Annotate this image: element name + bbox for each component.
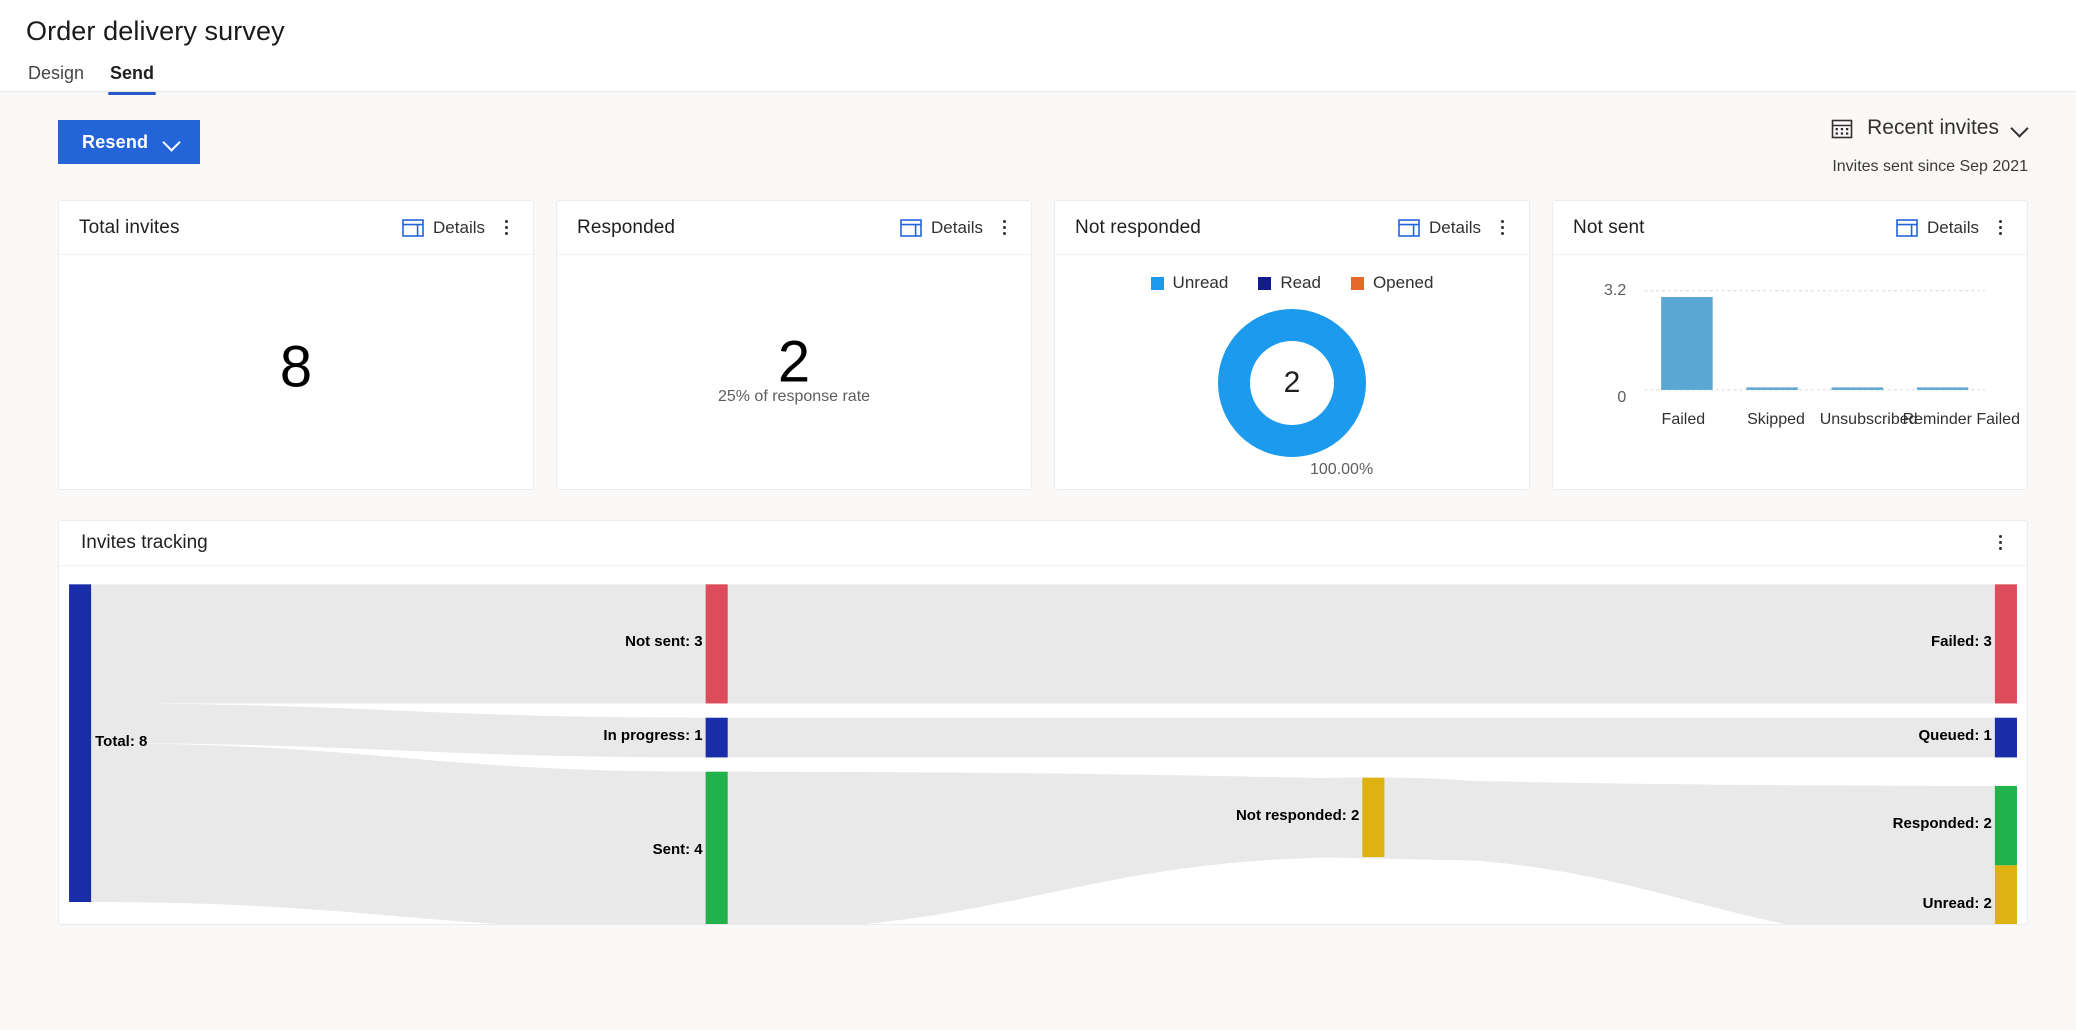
card-title: Responded — [577, 217, 900, 239]
legend-swatch-unread — [1151, 277, 1164, 290]
toolbar: Resend Recent invites Invites sent since — [0, 92, 2076, 200]
donut-legend: Unread Read Opened — [1055, 255, 1529, 293]
details-button[interactable]: Details — [900, 218, 983, 238]
panel-title: Invites tracking — [81, 532, 1979, 554]
sankey-node[interactable] — [1995, 717, 2017, 757]
card-title: Total invites — [79, 217, 402, 239]
legend-swatch-read — [1258, 277, 1271, 290]
bar[interactable] — [1832, 387, 1884, 389]
tab-design[interactable]: Design — [26, 61, 86, 95]
bar[interactable] — [1917, 387, 1969, 389]
details-button[interactable]: Details — [402, 218, 485, 238]
kpi-card-row: Total invites Details 8 Responded — [0, 200, 2076, 490]
legend-item-read[interactable]: Read — [1258, 273, 1321, 293]
legend-item-unread[interactable]: Unread — [1151, 273, 1229, 293]
panel-details-icon — [900, 219, 922, 237]
bar-chart: 3.20FailedSkippedUnsubscribedReminder Fa… — [1553, 255, 2027, 455]
sankey-node-label: Failed: 3 — [59, 633, 1992, 650]
sankey-svg — [59, 566, 2027, 924]
donut-chart: 2 100.00% — [1055, 299, 1529, 475]
recent-invites-area: Recent invites Invites sent since Sep 20… — [1830, 116, 2028, 176]
responded-value: 2 — [557, 334, 1031, 392]
details-label: Details — [931, 218, 983, 238]
card-body: Unread Read Opened 2 100.00% — [1055, 255, 1529, 489]
details-label: Details — [1927, 218, 1979, 238]
responded-subtitle: 25% of response rate — [557, 388, 1031, 406]
card-header: Responded Details — [557, 201, 1031, 255]
panel-details-icon — [402, 219, 424, 237]
legend-item-opened[interactable]: Opened — [1351, 273, 1434, 293]
sankey-node-label: Unread: 2 — [59, 895, 1992, 912]
recent-invites-button[interactable]: Recent invites — [1830, 116, 2028, 140]
bar[interactable] — [1746, 387, 1798, 389]
more-vertical-icon[interactable] — [1489, 213, 1515, 243]
panel-details-icon — [1398, 219, 1420, 237]
card-body: 3.20FailedSkippedUnsubscribedReminder Fa… — [1553, 255, 2027, 489]
card-title: Not sent — [1573, 217, 1896, 239]
legend-label: Opened — [1373, 273, 1434, 293]
app-header: Order delivery survey Design Send — [0, 0, 2076, 92]
sankey-chart: Total: 8Not sent: 3In progress: 1Sent: 4… — [59, 566, 2027, 924]
details-button[interactable]: Details — [1398, 218, 1481, 238]
total-invites-value: 8 — [59, 338, 533, 396]
resend-button[interactable]: Resend — [58, 120, 200, 164]
invites-tracking-panel: Invites tracking Total: 8Not sent: 3In p… — [58, 520, 2028, 925]
legend-label: Unread — [1173, 273, 1229, 293]
recent-invites-label: Recent invites — [1867, 116, 1999, 140]
sankey-node[interactable] — [1995, 786, 2017, 865]
chevron-down-icon — [2012, 120, 2028, 136]
card-title: Not responded — [1075, 217, 1398, 239]
panel-header: Invites tracking — [59, 521, 2027, 566]
sankey-node-label: Responded: 2 — [59, 815, 1992, 832]
calendar-icon — [1830, 116, 1854, 140]
sankey-node[interactable] — [1995, 865, 2017, 924]
resend-button-label: Resend — [82, 132, 148, 153]
more-vertical-icon[interactable] — [493, 213, 519, 243]
details-label: Details — [1429, 218, 1481, 238]
bar-chart-svg — [1567, 269, 2003, 469]
more-vertical-icon[interactable] — [1987, 528, 2013, 558]
card-not-sent: Not sent Details 3.20FailedSkippedUnsubs… — [1552, 200, 2028, 490]
card-not-responded: Not responded Details Unread — [1054, 200, 1530, 490]
card-header: Total invites Details — [59, 201, 533, 255]
more-vertical-icon[interactable] — [1987, 213, 2013, 243]
card-header: Not sent Details — [1553, 201, 2027, 255]
tab-send[interactable]: Send — [108, 61, 156, 95]
card-total-invites: Total invites Details 8 — [58, 200, 534, 490]
invites-since-label: Invites sent since Sep 2021 — [1830, 158, 2028, 176]
donut-percent-label: 100.00% — [1310, 461, 1373, 479]
more-vertical-icon[interactable] — [991, 213, 1017, 243]
legend-swatch-opened — [1351, 277, 1364, 290]
donut-center-value: 2 — [1284, 366, 1301, 400]
y-axis-tick-min: 0 — [1592, 389, 1626, 407]
card-header: Not responded Details — [1055, 201, 1529, 255]
bar[interactable] — [1661, 297, 1713, 390]
details-label: Details — [433, 218, 485, 238]
x-axis-category-label: Reminder Failed — [1901, 410, 2021, 430]
y-axis-tick-max: 3.2 — [1592, 282, 1626, 300]
chevron-down-icon — [164, 134, 180, 150]
page-title: Order delivery survey — [26, 10, 2050, 47]
card-body: 2 25% of response rate — [557, 255, 1031, 489]
panel-details-icon — [1896, 219, 1918, 237]
sankey-node-label: Sent: 4 — [59, 841, 703, 858]
tab-bar: Design Send — [26, 61, 2050, 95]
details-button[interactable]: Details — [1896, 218, 1979, 238]
sankey-node[interactable] — [1995, 584, 2017, 703]
sankey-node-label: Queued: 1 — [59, 727, 1992, 744]
legend-label: Read — [1280, 273, 1321, 293]
card-body: 8 — [59, 255, 533, 489]
card-responded: Responded Details 2 25% of response rate — [556, 200, 1032, 490]
